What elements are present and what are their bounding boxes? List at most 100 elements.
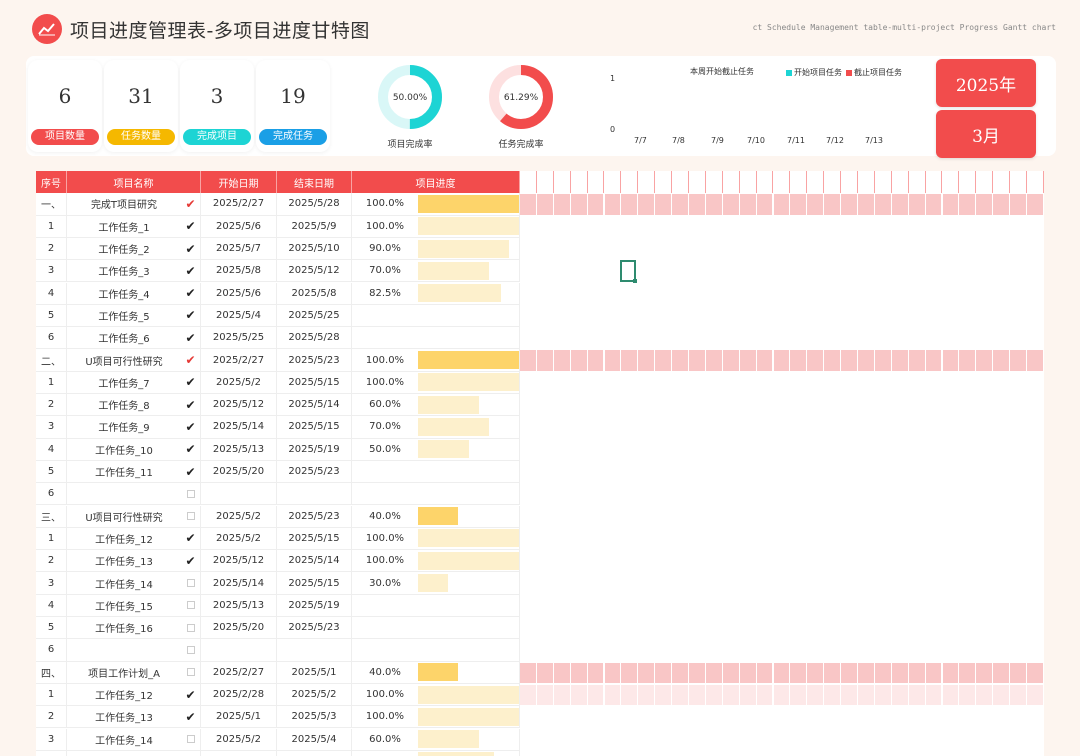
check-icon[interactable]: ✔ bbox=[185, 710, 195, 724]
project-row[interactable]: 一、 完成T项目研究 ✔ 2025/2/27 2025/5/28 100.0% bbox=[36, 193, 1044, 216]
progress-percent[interactable]: 100.0% bbox=[352, 372, 418, 394]
progress-percent[interactable] bbox=[352, 483, 418, 506]
row-number[interactable]: 三、 bbox=[36, 505, 67, 528]
start-date[interactable]: 2025/2/27 bbox=[201, 661, 277, 684]
row-number[interactable]: 3 bbox=[36, 728, 67, 751]
check-icon[interactable]: ✔ bbox=[185, 219, 195, 233]
task-name[interactable]: 工作任务_13 bbox=[67, 706, 181, 729]
status-check[interactable]: ✔ bbox=[181, 706, 201, 729]
progress-bar-cell[interactable] bbox=[418, 349, 520, 372]
start-date[interactable]: 2025/5/8 bbox=[201, 260, 277, 283]
end-date[interactable]: 2025/5/2 bbox=[277, 683, 352, 707]
row-number[interactable]: 4 bbox=[36, 282, 67, 305]
start-date[interactable]: 2025/2/27 bbox=[201, 193, 277, 216]
task-row[interactable]: 5 工作任务_5 ✔ 2025/5/4 2025/5/25 bbox=[36, 304, 1044, 328]
progress-percent[interactable]: 100.0% bbox=[352, 349, 418, 372]
task-name[interactable]: 工作任务_9 bbox=[67, 416, 181, 439]
start-date[interactable]: 2025/5/20 bbox=[201, 617, 277, 640]
task-name[interactable] bbox=[67, 639, 181, 662]
progress-percent[interactable] bbox=[352, 461, 418, 484]
start-date[interactable]: 2025/5/2 bbox=[201, 371, 277, 394]
task-row[interactable]: 1 工作任务_12 ✔ 2025/5/2 2025/5/15 100.0% bbox=[36, 527, 1044, 551]
status-check[interactable]: ✔ bbox=[181, 527, 201, 551]
start-date[interactable] bbox=[201, 483, 277, 506]
end-date[interactable]: 2025/5/28 bbox=[277, 327, 352, 350]
start-date[interactable] bbox=[201, 639, 277, 662]
status-check[interactable]: ✔ bbox=[181, 282, 201, 305]
status-check[interactable] bbox=[181, 639, 201, 662]
progress-percent[interactable] bbox=[352, 639, 418, 662]
end-date[interactable]: 2025/5/1 bbox=[277, 661, 352, 684]
task-row[interactable]: 2 工作任务_2 ✔ 2025/5/7 2025/5/10 90.0% bbox=[36, 237, 1044, 261]
task-name[interactable]: 工作任务_4 bbox=[67, 283, 181, 305]
task-name[interactable]: 工作任务_6 bbox=[67, 327, 181, 350]
task-name[interactable]: 工作任务_5 bbox=[67, 305, 181, 328]
start-date[interactable]: 2025/5/6 bbox=[201, 282, 277, 305]
checkbox-empty-icon[interactable] bbox=[186, 579, 195, 588]
end-date[interactable]: 2025/5/19 bbox=[277, 594, 352, 617]
checkbox-empty-icon[interactable] bbox=[186, 668, 195, 677]
status-check[interactable]: ✔ bbox=[181, 371, 201, 394]
progress-bar-cell[interactable] bbox=[418, 750, 520, 756]
start-date[interactable]: 2025/5/12 bbox=[201, 394, 277, 417]
row-number[interactable]: 5 bbox=[36, 304, 67, 328]
task-row[interactable]: 2 工作任务_8 ✔ 2025/5/12 2025/5/14 60.0% bbox=[36, 394, 1044, 417]
check-icon[interactable]: ✔ bbox=[185, 264, 195, 278]
start-date[interactable]: 2025/5/2 bbox=[201, 728, 277, 751]
status-check[interactable]: ✔ bbox=[181, 193, 201, 216]
task-name[interactable]: 工作任务_12 bbox=[67, 684, 181, 707]
status-check[interactable] bbox=[181, 661, 201, 684]
row-number[interactable]: 6 bbox=[36, 483, 67, 506]
progress-bar-cell[interactable] bbox=[418, 215, 520, 238]
start-date[interactable] bbox=[201, 750, 277, 756]
status-check[interactable]: ✔ bbox=[181, 438, 201, 461]
project-row[interactable]: 二、 U项目可行性研究 ✔ 2025/2/27 2025/5/23 100.0% bbox=[36, 349, 1044, 372]
start-date[interactable]: 2025/5/1 bbox=[201, 706, 277, 729]
check-icon[interactable]: ✔ bbox=[185, 554, 195, 568]
progress-bar-cell[interactable] bbox=[418, 304, 520, 328]
task-row[interactable]: 4 工作任务_10 ✔ 2025/5/13 2025/5/19 50.0% bbox=[36, 438, 1044, 461]
end-date[interactable] bbox=[277, 483, 352, 506]
progress-bar-cell[interactable] bbox=[418, 661, 520, 684]
progress-percent[interactable]: 100.0% bbox=[352, 706, 418, 729]
task-name[interactable]: 工作任务_14 bbox=[67, 729, 181, 751]
status-check[interactable]: ✔ bbox=[181, 237, 201, 261]
status-check[interactable] bbox=[181, 572, 201, 595]
row-number[interactable]: 四、 bbox=[36, 661, 67, 684]
row-number[interactable]: 一、 bbox=[36, 193, 67, 216]
project-name[interactable]: 项目工作计划_A bbox=[67, 662, 181, 684]
progress-percent[interactable] bbox=[352, 595, 418, 617]
row-number[interactable]: 4 bbox=[36, 594, 67, 617]
progress-percent[interactable]: 100.0% bbox=[352, 528, 418, 551]
row-number[interactable]: 二、 bbox=[36, 349, 67, 372]
task-name[interactable] bbox=[67, 483, 181, 506]
status-check[interactable]: ✔ bbox=[181, 550, 201, 573]
progress-bar-cell[interactable] bbox=[418, 260, 520, 283]
check-red-icon[interactable]: ✔ bbox=[185, 197, 195, 211]
checkbox-empty-icon[interactable] bbox=[186, 645, 195, 654]
end-date[interactable]: 2025/5/4 bbox=[277, 728, 352, 751]
end-date[interactable]: 2025/5/23 bbox=[277, 617, 352, 640]
project-name[interactable]: 完成T项目研究 bbox=[67, 193, 181, 216]
start-date[interactable]: 2025/5/2 bbox=[201, 505, 277, 528]
task-row[interactable]: 1 工作任务_7 ✔ 2025/5/2 2025/5/15 100.0% bbox=[36, 371, 1044, 394]
progress-percent[interactable] bbox=[352, 327, 418, 350]
end-date[interactable]: 2025/5/10 bbox=[277, 237, 352, 261]
progress-bar-cell[interactable] bbox=[418, 594, 520, 617]
task-row[interactable]: 6 bbox=[36, 639, 1044, 662]
task-row[interactable]: 2 工作任务_13 ✔ 2025/5/12 2025/5/14 100.0% bbox=[36, 550, 1044, 573]
progress-bar-cell[interactable] bbox=[418, 728, 520, 751]
start-date[interactable]: 2025/5/20 bbox=[201, 460, 277, 484]
progress-percent[interactable]: 100.0% bbox=[352, 550, 418, 573]
row-number[interactable]: 3 bbox=[36, 572, 67, 595]
progress-bar-cell[interactable] bbox=[418, 282, 520, 305]
start-date[interactable]: 2025/5/4 bbox=[201, 304, 277, 328]
end-date[interactable]: 2025/5/15 bbox=[277, 371, 352, 394]
progress-bar-cell[interactable] bbox=[418, 505, 520, 528]
end-date[interactable]: 2025/5/28 bbox=[277, 193, 352, 216]
end-date[interactable] bbox=[277, 750, 352, 756]
checkbox-empty-icon[interactable] bbox=[186, 512, 195, 521]
check-icon[interactable]: ✔ bbox=[185, 242, 195, 256]
task-row[interactable]: 6 工作任务_6 ✔ 2025/5/25 2025/5/28 bbox=[36, 327, 1044, 350]
check-icon[interactable]: ✔ bbox=[185, 688, 195, 702]
